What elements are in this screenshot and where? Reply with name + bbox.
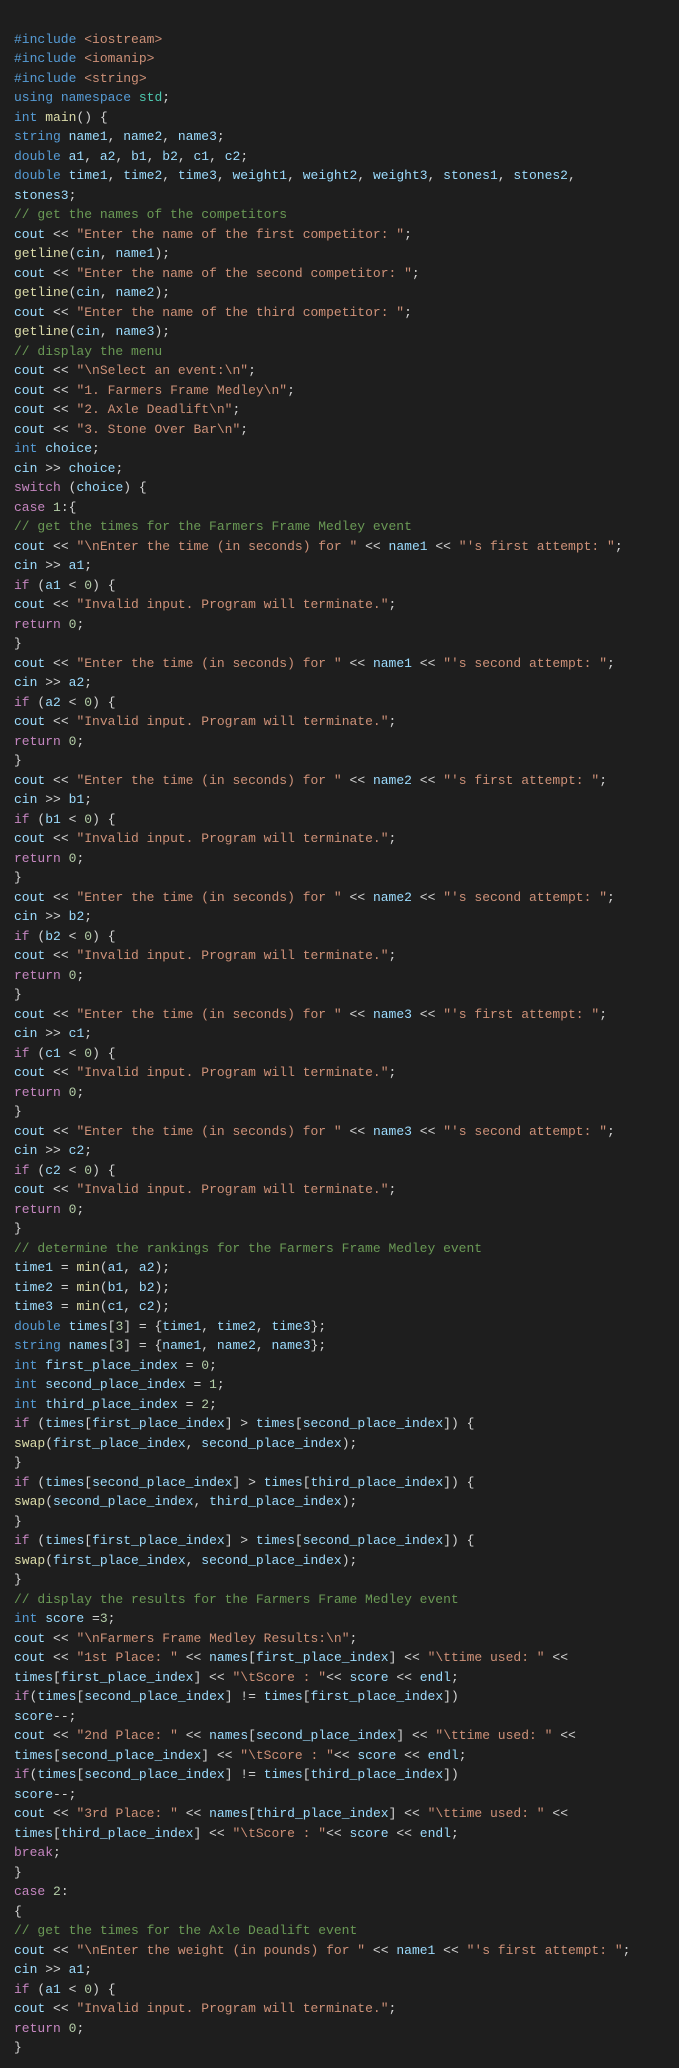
code-editor[interactable]: #include <iostream> #include <iomanip> #… — [14, 10, 665, 2058]
